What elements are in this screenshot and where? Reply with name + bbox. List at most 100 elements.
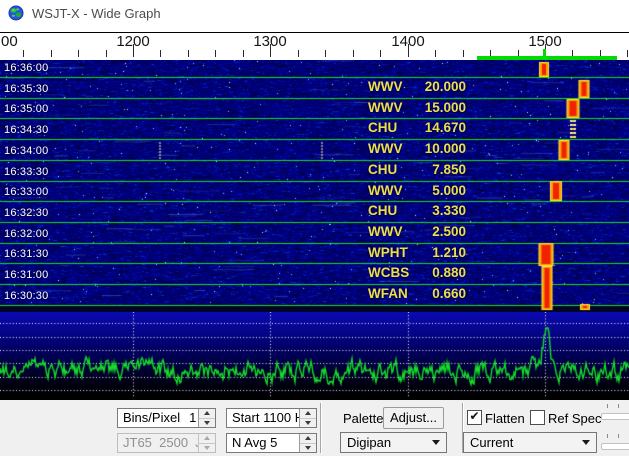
- scale-tick: [215, 50, 216, 57]
- station-frequency: 5.000: [396, 183, 466, 198]
- station-label: WFAN0.660: [0, 286, 629, 304]
- gain-slider[interactable]: [601, 413, 629, 420]
- ref-spec-checkbox[interactable]: ✔: [530, 410, 545, 425]
- spin-down-icon: [204, 421, 210, 425]
- scale-tick: [627, 50, 628, 57]
- spin-down-button[interactable]: [300, 419, 316, 428]
- scale-tick: [270, 44, 271, 57]
- station-frequency: 0.660: [396, 286, 466, 301]
- scale-tick: [160, 50, 161, 57]
- chevron-down-icon: [432, 440, 440, 445]
- jt65-jt9-text: JT65 2500 JT9: [118, 434, 198, 452]
- slider-tick: [607, 434, 608, 438]
- station-label: WWV2.500: [0, 224, 629, 242]
- station-label: CHU3.330: [0, 203, 629, 221]
- station-frequency: 3.330: [396, 203, 466, 218]
- window-title: WSJT-X - Wide Graph: [32, 6, 161, 21]
- spinner: [198, 409, 215, 427]
- bins-per-pixel-text: Bins/Pixel1: [118, 409, 198, 427]
- time-label: 16:36:00: [4, 62, 48, 74]
- n-avg-spinbox[interactable]: N Avg 5: [226, 433, 317, 453]
- scale-label-partial: 00: [1, 33, 18, 50]
- scale-tick: [188, 50, 189, 57]
- slider-tick: [607, 404, 608, 408]
- spin-down-button: [199, 444, 215, 453]
- slider-tick: [618, 404, 619, 408]
- spin-up-icon: [305, 436, 311, 440]
- adjust-button[interactable]: Adjust...: [383, 407, 444, 429]
- spin-down-button[interactable]: [300, 444, 316, 453]
- scale-tick: [51, 50, 52, 57]
- app-globe-icon: [8, 5, 24, 21]
- scale-tick: [23, 50, 24, 57]
- station-frequency: 10.000: [396, 141, 466, 156]
- start-hz-text: Start 1100 Hz: [227, 409, 299, 427]
- station-label: WCBS0.880: [0, 265, 629, 283]
- spin-up-button[interactable]: [300, 434, 316, 444]
- scale-tick: [243, 50, 244, 57]
- scale-tick: [133, 44, 134, 57]
- spectrum-display[interactable]: [0, 312, 629, 400]
- station-label: WWV5.000: [0, 183, 629, 201]
- flatten-label: Flatten: [485, 411, 525, 426]
- station-label: WWV10.000: [0, 141, 629, 159]
- scale-tick: [380, 50, 381, 57]
- panel-divider: [320, 403, 322, 453]
- scale-tick: [106, 50, 107, 57]
- spin-up-button[interactable]: [300, 409, 316, 419]
- zero-slider[interactable]: [601, 443, 629, 450]
- station-label: CHU14.670: [0, 120, 629, 138]
- spin-down-button[interactable]: [199, 419, 215, 428]
- ref-spec-label: Ref Spec: [548, 411, 601, 426]
- station-label: CHU7.850: [0, 162, 629, 180]
- station-label: WWV15.000: [0, 100, 629, 118]
- wide-graph-window: WSJT-X - Wide Graph 00 1200130014001500 …: [0, 0, 629, 456]
- spinner: [299, 409, 316, 427]
- scale-tick: [325, 50, 326, 57]
- station-frequency: 1.210: [396, 245, 466, 260]
- spin-up-icon: [204, 411, 210, 415]
- station-callsign: CHU: [368, 120, 397, 135]
- station-callsign: CHU: [368, 203, 397, 218]
- spinner: [198, 434, 215, 452]
- flatten-checkbox[interactable]: ✔: [467, 410, 482, 425]
- spin-up-button[interactable]: [199, 409, 215, 419]
- chevron-down-icon: [582, 440, 590, 445]
- spin-up-icon: [305, 411, 311, 415]
- bins-per-pixel-spinbox[interactable]: Bins/Pixel1: [117, 408, 216, 428]
- spinner: [299, 434, 316, 452]
- checkmark-icon: ✔: [469, 409, 479, 423]
- spectrum-mode-dropdown[interactable]: Current: [463, 432, 597, 453]
- station-frequency: 7.850: [396, 162, 466, 177]
- station-callsign: CHU: [368, 162, 397, 177]
- control-panel: Bins/Pixel1 Start 1100 Hz JT65 2500 JT9 …: [0, 400, 629, 456]
- palette-dropdown-value: Digipan: [347, 435, 391, 450]
- scale-tick: [463, 50, 464, 57]
- spectrum-mode-value: Current: [470, 435, 513, 450]
- scale-tick: [408, 44, 409, 57]
- palette-dropdown[interactable]: Digipan: [340, 432, 447, 453]
- scale-tick: [353, 50, 354, 57]
- slider-tick: [618, 434, 619, 438]
- spin-down-icon: [305, 421, 311, 425]
- station-label: WWV20.000: [0, 79, 629, 97]
- palette-label: Palette: [343, 411, 383, 426]
- start-hz-spinbox[interactable]: Start 1100 Hz: [226, 408, 317, 428]
- scale-tick: [435, 50, 436, 57]
- spin-up-button: [199, 434, 215, 444]
- spin-down-icon: [305, 446, 311, 450]
- station-label: WPHT1.210: [0, 245, 629, 263]
- station-frequency: 20.000: [396, 79, 466, 94]
- spin-down-icon: [204, 446, 210, 450]
- rx-frequency-marker: [543, 49, 546, 56]
- station-frequency: 0.880: [396, 265, 466, 280]
- station-frequency: 15.000: [396, 100, 466, 115]
- scale-tick: [298, 50, 299, 57]
- jt65-jt9-split-spinbox: JT65 2500 JT9: [117, 433, 216, 453]
- title-bar[interactable]: WSJT-X - Wide Graph: [0, 0, 629, 26]
- station-frequency: 14.670: [396, 120, 466, 135]
- spin-up-icon: [204, 436, 210, 440]
- station-frequency: 2.500: [396, 224, 466, 239]
- scale-tick: [78, 50, 79, 57]
- n-avg-text: N Avg 5: [227, 434, 299, 452]
